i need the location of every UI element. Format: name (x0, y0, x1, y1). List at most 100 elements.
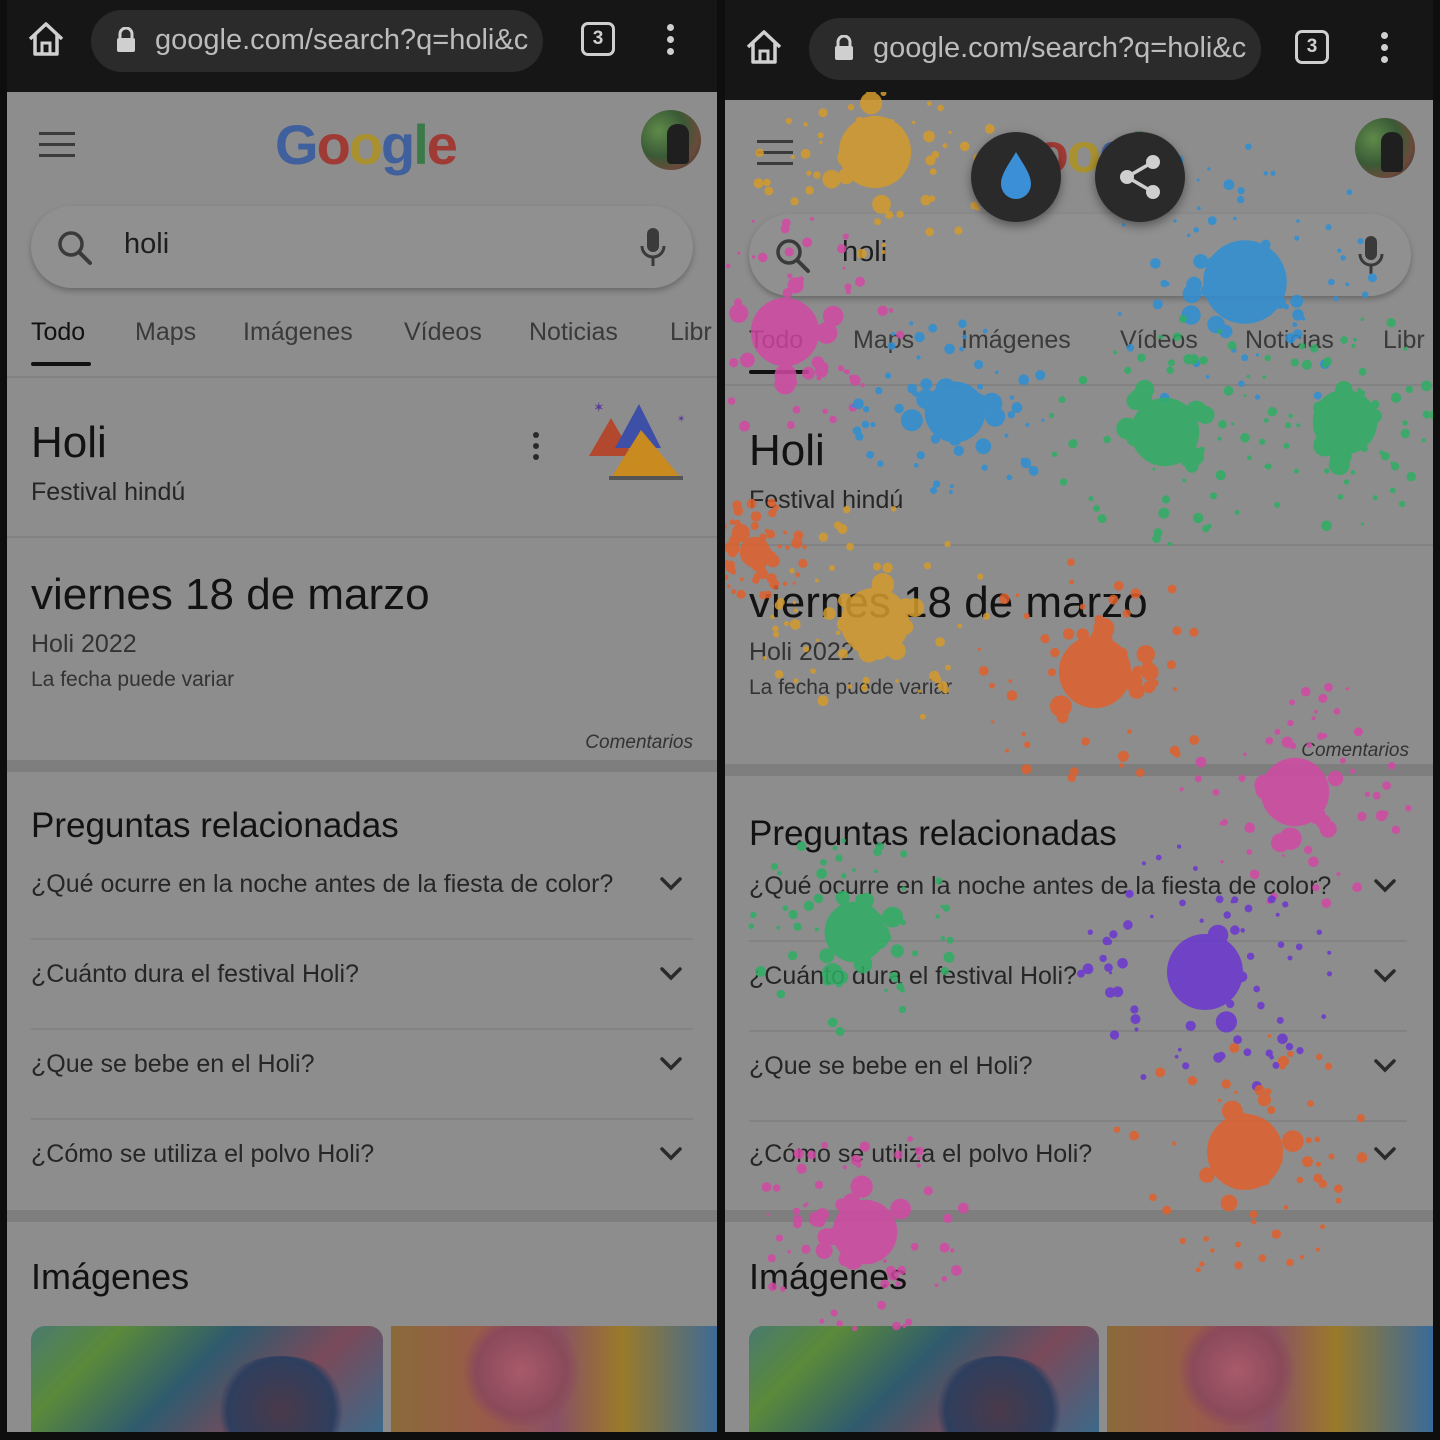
related-questions-title: Preguntas relacionadas (749, 814, 1117, 853)
search-icon (58, 231, 92, 265)
related-question[interactable]: ¿Qué ocurre en la noche antes de la fies… (749, 852, 1407, 942)
tab-todo[interactable]: Todo (31, 318, 85, 347)
browser-toolbar: google.com/search?q=holi&c 3 (725, 0, 1433, 100)
question-text: ¿Qué ocurre en la noche antes de la fies… (749, 872, 1332, 900)
hamburger-icon[interactable] (757, 140, 793, 166)
section-separator (7, 1210, 717, 1222)
tabs-counter-icon[interactable]: 3 (581, 22, 615, 56)
lock-icon (117, 27, 135, 52)
url-text: google.com/search?q=holi&c (873, 32, 1247, 64)
image-thumbnail[interactable] (1107, 1326, 1433, 1432)
search-results-page: Google holi Todo Maps Imágenes Vídeos No… (7, 92, 717, 1432)
image-thumbnail[interactable] (749, 1326, 1099, 1432)
feedback-link[interactable]: Comentarios (585, 732, 693, 754)
mic-icon[interactable] (637, 226, 669, 268)
holi-date: viernes 18 de marzo (749, 578, 1148, 627)
color-drop-button[interactable] (971, 132, 1061, 222)
chevron-down-icon (1374, 879, 1396, 893)
share-button[interactable] (1095, 132, 1185, 222)
related-question[interactable]: ¿Qué ocurre en la noche antes de la fies… (31, 850, 693, 940)
avatar[interactable] (641, 110, 701, 170)
knowledge-title: Holi (749, 426, 825, 475)
related-question[interactable]: ¿Que se bebe en el Holi? (749, 1032, 1407, 1122)
search-tabs: Todo Maps Imágenes Vídeos Noticias Libr (725, 312, 1433, 386)
knowledge-subtitle: Festival hindú (31, 478, 186, 506)
chevron-down-icon (660, 967, 682, 981)
chevron-down-icon (660, 877, 682, 891)
related-questions-title: Preguntas relacionadas (31, 806, 399, 845)
section-separator (725, 1210, 1433, 1222)
google-logo[interactable]: Google (275, 112, 458, 177)
question-text: ¿Cuánto dura el festival Holi? (31, 960, 359, 988)
mic-icon[interactable] (1355, 234, 1387, 276)
chevron-down-icon (660, 1057, 682, 1071)
tab-books[interactable]: Libr (1383, 326, 1425, 355)
question-text: ¿Que se bebe en el Holi? (31, 1050, 315, 1078)
images-section-title: Imágenes (749, 1256, 908, 1297)
tab-news[interactable]: Noticias (529, 318, 618, 347)
search-input[interactable]: holi (124, 228, 169, 261)
search-input[interactable]: holi (842, 236, 887, 269)
active-tab-indicator (31, 362, 91, 366)
tab-videos[interactable]: Vídeos (1120, 326, 1198, 355)
search-box[interactable]: holi (31, 206, 693, 288)
lock-icon (835, 35, 853, 60)
section-separator (7, 760, 717, 772)
search-box[interactable]: holi (749, 214, 1411, 296)
url-bar[interactable]: google.com/search?q=holi&c (91, 10, 543, 72)
tab-images[interactable]: Imágenes (243, 318, 353, 347)
home-icon[interactable] (25, 18, 67, 60)
holi-date: viernes 18 de marzo (31, 570, 430, 619)
tab-todo[interactable]: Todo (749, 326, 803, 355)
browser-toolbar: google.com/search?q=holi&c 3 (7, 0, 717, 92)
search-icon (776, 239, 810, 273)
knowledge-title: Holi (31, 418, 107, 467)
overflow-menu-icon[interactable] (663, 20, 677, 60)
holi-year-label: Holi 2022 (749, 638, 855, 666)
tabs-counter-icon[interactable]: 3 (1295, 30, 1329, 64)
images-section-title: Imágenes (31, 1256, 190, 1297)
overflow-menu-icon[interactable] (1377, 28, 1391, 68)
tab-videos[interactable]: Vídeos (404, 318, 482, 347)
tab-books[interactable]: Libr (670, 318, 712, 347)
home-icon[interactable] (743, 26, 785, 68)
question-text: ¿Cómo se utiliza el polvo Holi? (749, 1140, 1093, 1168)
tab-maps[interactable]: Maps (853, 326, 914, 355)
active-tab-indicator (749, 370, 809, 374)
avatar[interactable] (1355, 118, 1415, 178)
svg-text:✶: ✶ (593, 399, 605, 415)
feedback-link[interactable]: Comentarios (1301, 740, 1409, 762)
image-thumbnail[interactable] (391, 1326, 717, 1432)
water-drop-icon (1001, 152, 1031, 199)
question-text: ¿Cómo se utiliza el polvo Holi? (31, 1140, 375, 1168)
knowledge-subtitle: Festival hindú (749, 486, 904, 514)
question-text: ¿Que se bebe en el Holi? (749, 1052, 1033, 1080)
chevron-down-icon (1374, 969, 1396, 983)
related-question[interactable]: ¿Cómo se utiliza el polvo Holi? (749, 1120, 1407, 1210)
holi-year-label: Holi 2022 (31, 630, 137, 658)
date-note: La fecha puede variar (749, 676, 953, 699)
right-screenshot: google.com/search?q=holi&c 3 Google holi… (725, 0, 1433, 1432)
image-thumbnail[interactable] (31, 1326, 383, 1432)
search-tabs: Todo Maps Imágenes Vídeos Noticias Libr (7, 304, 717, 378)
related-question[interactable]: ¿Que se bebe en el Holi? (31, 1030, 693, 1120)
svg-text:✶: ✶ (677, 414, 685, 425)
holi-color-powder-icon: ✶ ✶ (589, 399, 685, 480)
share-icon (1120, 155, 1160, 199)
tab-images[interactable]: Imágenes (961, 326, 1071, 355)
divider (7, 536, 717, 538)
tab-maps[interactable]: Maps (135, 318, 196, 347)
chevron-down-icon (1374, 1059, 1396, 1073)
question-text: ¿Qué ocurre en la noche antes de la fies… (31, 870, 614, 898)
section-separator (725, 764, 1433, 776)
hamburger-icon[interactable] (39, 132, 75, 158)
related-question[interactable]: ¿Cuánto dura el festival Holi? (31, 940, 693, 1030)
related-question[interactable]: ¿Cuánto dura el festival Holi? (749, 942, 1407, 1032)
left-screenshot: google.com/search?q=holi&c 3 Google holi… (7, 0, 717, 1432)
tab-news[interactable]: Noticias (1245, 326, 1334, 355)
more-vert-icon[interactable] (531, 432, 541, 462)
related-question[interactable]: ¿Cómo se utiliza el polvo Holi? (31, 1120, 693, 1210)
divider (725, 544, 1433, 546)
url-bar[interactable]: google.com/search?q=holi&c (809, 18, 1261, 80)
search-results-page: Google holi Todo Maps Imágenes Vídeos No… (725, 100, 1433, 1432)
